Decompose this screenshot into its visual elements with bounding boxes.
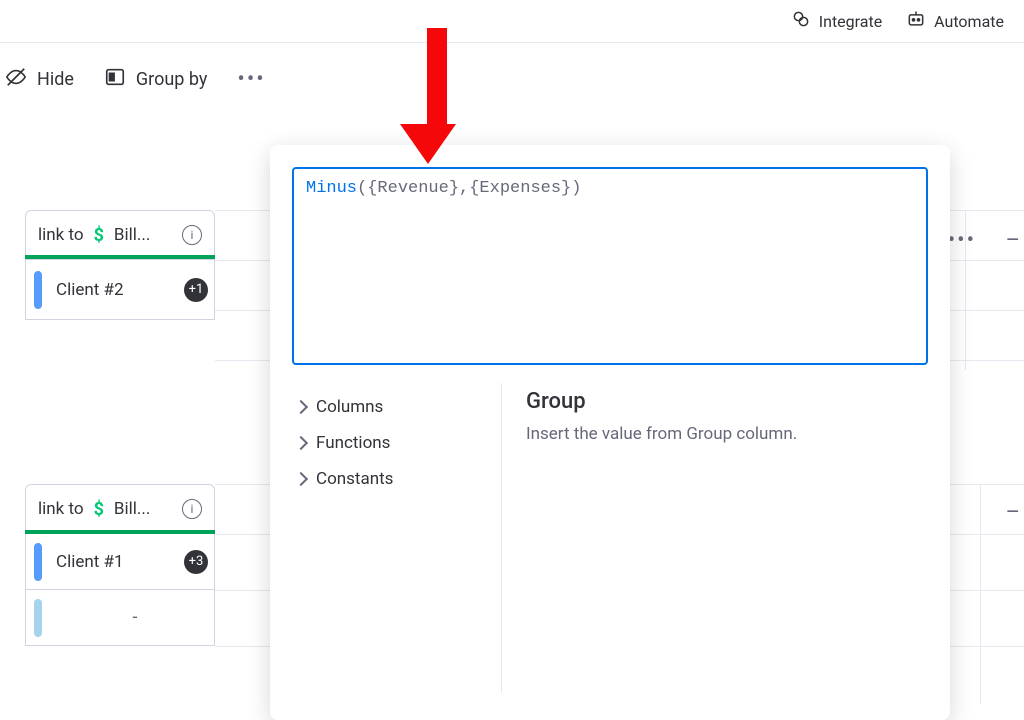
- chevron-right-icon: [294, 400, 308, 414]
- accordion-functions[interactable]: Functions: [292, 425, 501, 461]
- info-icon[interactable]: i: [182, 499, 202, 519]
- row-accent: [34, 599, 42, 637]
- column-collapse[interactable]: –: [1006, 228, 1020, 253]
- hide-label: Hide: [37, 69, 74, 90]
- group-by-icon: [104, 66, 126, 93]
- hide-button[interactable]: Hide: [5, 66, 74, 93]
- info-icon[interactable]: i: [182, 225, 202, 245]
- toolbar-more-button[interactable]: •••: [237, 67, 265, 92]
- row-accent: [34, 271, 42, 309]
- column-header-link-bill[interactable]: link to $ Bill... i: [25, 210, 215, 260]
- group-accent-bar: [25, 255, 215, 259]
- formula-detail-title: Group: [526, 389, 928, 414]
- hide-icon: [5, 66, 27, 93]
- group-by-button[interactable]: Group by: [104, 66, 207, 93]
- accordion-label: Columns: [316, 397, 383, 417]
- column-header-link-bill[interactable]: link to $ Bill... i: [25, 484, 215, 534]
- automate-label: Automate: [934, 12, 1004, 31]
- formula-popover: Minus({Revenue},{Expenses}) Columns Func…: [270, 145, 950, 720]
- column-link-label: link to: [38, 499, 84, 519]
- column-collapse[interactable]: –: [1006, 500, 1020, 525]
- accordion-constants[interactable]: Constants: [292, 461, 501, 497]
- formula-body: ({Revenue},{Expenses}): [357, 179, 581, 198]
- column-bill-label: Bill...: [114, 225, 150, 245]
- column-more-button[interactable]: •••: [948, 228, 976, 253]
- group-by-label: Group by: [136, 69, 207, 90]
- formula-function-token: Minus: [306, 179, 357, 198]
- accordion-label: Functions: [316, 433, 390, 453]
- integrate-icon: [791, 9, 811, 33]
- annotation-arrow: [418, 28, 456, 164]
- chevron-right-icon: [294, 436, 308, 450]
- divider: [0, 42, 1024, 43]
- count-badge: +1: [184, 278, 208, 302]
- row-client-name: Client #2: [56, 280, 124, 300]
- dollar-icon: $: [94, 225, 104, 246]
- count-badge: +3: [184, 550, 208, 574]
- chevron-right-icon: [294, 472, 308, 486]
- formula-sidebar: Columns Functions Constants: [292, 383, 502, 693]
- row-client-name: Client #1: [56, 552, 124, 572]
- integrate-label: Integrate: [819, 12, 882, 31]
- row-accent: [34, 543, 42, 581]
- row-empty-dash: -: [56, 607, 214, 628]
- formula-detail-panel: Group Insert the value from Group column…: [502, 383, 928, 693]
- automate-icon: [906, 9, 926, 33]
- table-row[interactable]: Client #2 +1: [25, 260, 215, 320]
- table-row[interactable]: Client #1 +3: [25, 534, 215, 590]
- formula-detail-description: Insert the value from Group column.: [526, 424, 928, 444]
- column-link-label: link to: [38, 225, 84, 245]
- accordion-columns[interactable]: Columns: [292, 389, 501, 425]
- accordion-label: Constants: [316, 469, 393, 489]
- formula-editor[interactable]: Minus({Revenue},{Expenses}): [292, 167, 928, 365]
- integrate-button[interactable]: Integrate: [791, 9, 882, 33]
- table-row[interactable]: -: [25, 590, 215, 646]
- column-bill-label: Bill...: [114, 499, 150, 519]
- automate-button[interactable]: Automate: [906, 9, 1004, 33]
- dollar-icon: $: [94, 499, 104, 520]
